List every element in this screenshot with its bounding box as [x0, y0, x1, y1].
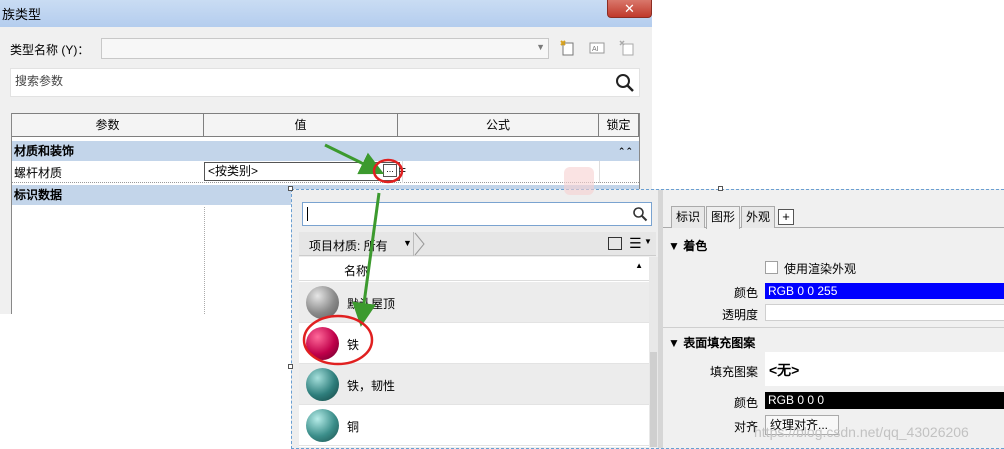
- material-editor: 标识 图形 外观 + ▼ 着色 使用渲染外观 颜色 RGB 0 0 255 透明…: [663, 190, 1004, 448]
- param-value-field[interactable]: <按类别>: [204, 162, 400, 181]
- dialog-title: 族类型: [2, 7, 42, 22]
- svg-text:AI: AI: [592, 46, 599, 53]
- search-icon[interactable]: [614, 72, 636, 94]
- column-header-lock[interactable]: 锁定: [599, 113, 639, 137]
- panel-view-icon[interactable]: [608, 237, 622, 250]
- column-header-name: 名称: [344, 264, 369, 278]
- list-item[interactable]: 默认屋顶: [299, 282, 649, 323]
- fill-pattern-value: <无>: [769, 362, 800, 378]
- surface-pattern-section-header[interactable]: ▼ 表面填充图案: [668, 334, 755, 351]
- group-label: 材质和装饰: [14, 144, 75, 158]
- rename-type-icon[interactable]: AI: [587, 39, 607, 59]
- search-placeholder: 搜索参数: [15, 74, 64, 88]
- material-name: 默认屋顶: [347, 297, 396, 311]
- formula-cell[interactable]: [402, 161, 599, 183]
- use-render-appearance-label: 使用渲染外观: [784, 262, 857, 276]
- list-item[interactable]: 铁: [299, 323, 649, 364]
- browse-material-button[interactable]: ...: [383, 164, 397, 177]
- section-title: 表面填充图案: [683, 336, 756, 350]
- search-icon[interactable]: [632, 206, 648, 222]
- tab-appearance[interactable]: 外观: [741, 206, 776, 228]
- list-item[interactable]: 铁，韧性: [299, 364, 649, 405]
- material-search-input[interactable]: [302, 202, 652, 226]
- collapse-icon[interactable]: ⌃⌃: [618, 141, 633, 161]
- type-name-select[interactable]: ▼: [101, 38, 549, 59]
- surface-color-swatch[interactable]: RGB 0 0 0: [765, 392, 1004, 409]
- new-type-icon[interactable]: [558, 39, 578, 59]
- tab-graphics[interactable]: 图形: [706, 206, 741, 229]
- delete-type-icon[interactable]: [617, 39, 637, 59]
- fill-pattern-label: 填充图案: [709, 365, 758, 379]
- list-header[interactable]: 名称 ▲: [299, 257, 649, 281]
- param-value: <按类别>: [208, 164, 259, 178]
- list-scrollbar[interactable]: [649, 257, 658, 447]
- type-name-label: 类型名称 (Y)：: [10, 43, 90, 57]
- selection-handle: [718, 186, 723, 191]
- title-bar: 族类型 ✕: [0, 0, 652, 27]
- material-name: 铁: [347, 338, 360, 352]
- list-item[interactable]: 铜: [299, 405, 649, 446]
- material-thumbnail: [306, 327, 339, 360]
- lock-cell[interactable]: [599, 161, 639, 183]
- scrollbar-thumb[interactable]: [650, 352, 657, 447]
- fill-pattern-picker[interactable]: <无>: [765, 352, 1004, 386]
- tab-identity[interactable]: 标识: [671, 206, 706, 228]
- close-button[interactable]: ✕: [607, 0, 652, 18]
- chevron-down-icon: ▼: [536, 42, 545, 52]
- library-filter-bar: 项目材质: 所有 ▼ ☰ ▼: [299, 232, 656, 256]
- column-header-parameter[interactable]: 参数: [12, 113, 204, 137]
- group-label: 标识数据: [14, 188, 63, 202]
- column-header-formula[interactable]: 公式: [398, 113, 599, 137]
- material-name: 铁，韧性: [347, 379, 396, 393]
- shading-color-swatch[interactable]: RGB 0 0 255: [765, 283, 1004, 299]
- material-thumbnail: [306, 368, 339, 401]
- align-label: 对齐: [733, 420, 758, 434]
- library-filter[interactable]: 项目材质: 所有: [309, 237, 388, 254]
- list-view-icon[interactable]: ☰: [629, 235, 642, 251]
- param-name: 螺杆材质: [14, 166, 63, 180]
- transparency-label: 透明度: [721, 308, 758, 322]
- material-thumbnail: [306, 286, 339, 319]
- color-label: 颜色: [733, 286, 758, 300]
- chevron-down-icon[interactable]: ▼: [403, 238, 412, 248]
- column-header-value[interactable]: 值: [204, 113, 398, 137]
- material-name: 铜: [347, 420, 360, 434]
- transparency-input[interactable]: [765, 304, 1004, 321]
- selection-handle: [288, 364, 293, 369]
- table-row[interactable]: 螺杆材质 <按类别> ... =: [12, 161, 639, 183]
- watermark: https://blog.csdn.net/qq_43026206: [754, 424, 969, 440]
- material-list: 名称 ▲ 默认屋顶 铁 铁，韧性 铜: [299, 257, 649, 447]
- selection-handle: [288, 186, 293, 191]
- text-caret: [307, 207, 308, 221]
- surface-color-label: 颜色: [733, 396, 758, 410]
- group-materials-finishes[interactable]: 材质和装饰 ⌃⌃: [12, 141, 639, 161]
- divider: [663, 327, 1004, 328]
- section-title: 着色: [683, 239, 708, 253]
- parameter-search-input[interactable]: 搜索参数: [10, 68, 640, 97]
- add-asset-button[interactable]: +: [778, 209, 794, 225]
- editor-tabs: 标识 图形 外观 +: [663, 204, 1004, 229]
- column-divider: [204, 207, 205, 314]
- breadcrumb-separator-icon: [413, 232, 425, 256]
- shading-section-header[interactable]: ▼ 着色: [668, 237, 707, 254]
- chevron-down-icon[interactable]: ▼: [644, 237, 652, 246]
- sort-ascending-icon: ▲: [635, 261, 643, 270]
- material-browser: 项目材质: 所有 ▼ ☰ ▼ 名称 ▲ 默认屋顶 铁 铁，韧性 铜 标识 图形 …: [291, 189, 1004, 449]
- use-render-appearance-checkbox[interactable]: [765, 261, 778, 274]
- material-thumbnail: [306, 409, 339, 442]
